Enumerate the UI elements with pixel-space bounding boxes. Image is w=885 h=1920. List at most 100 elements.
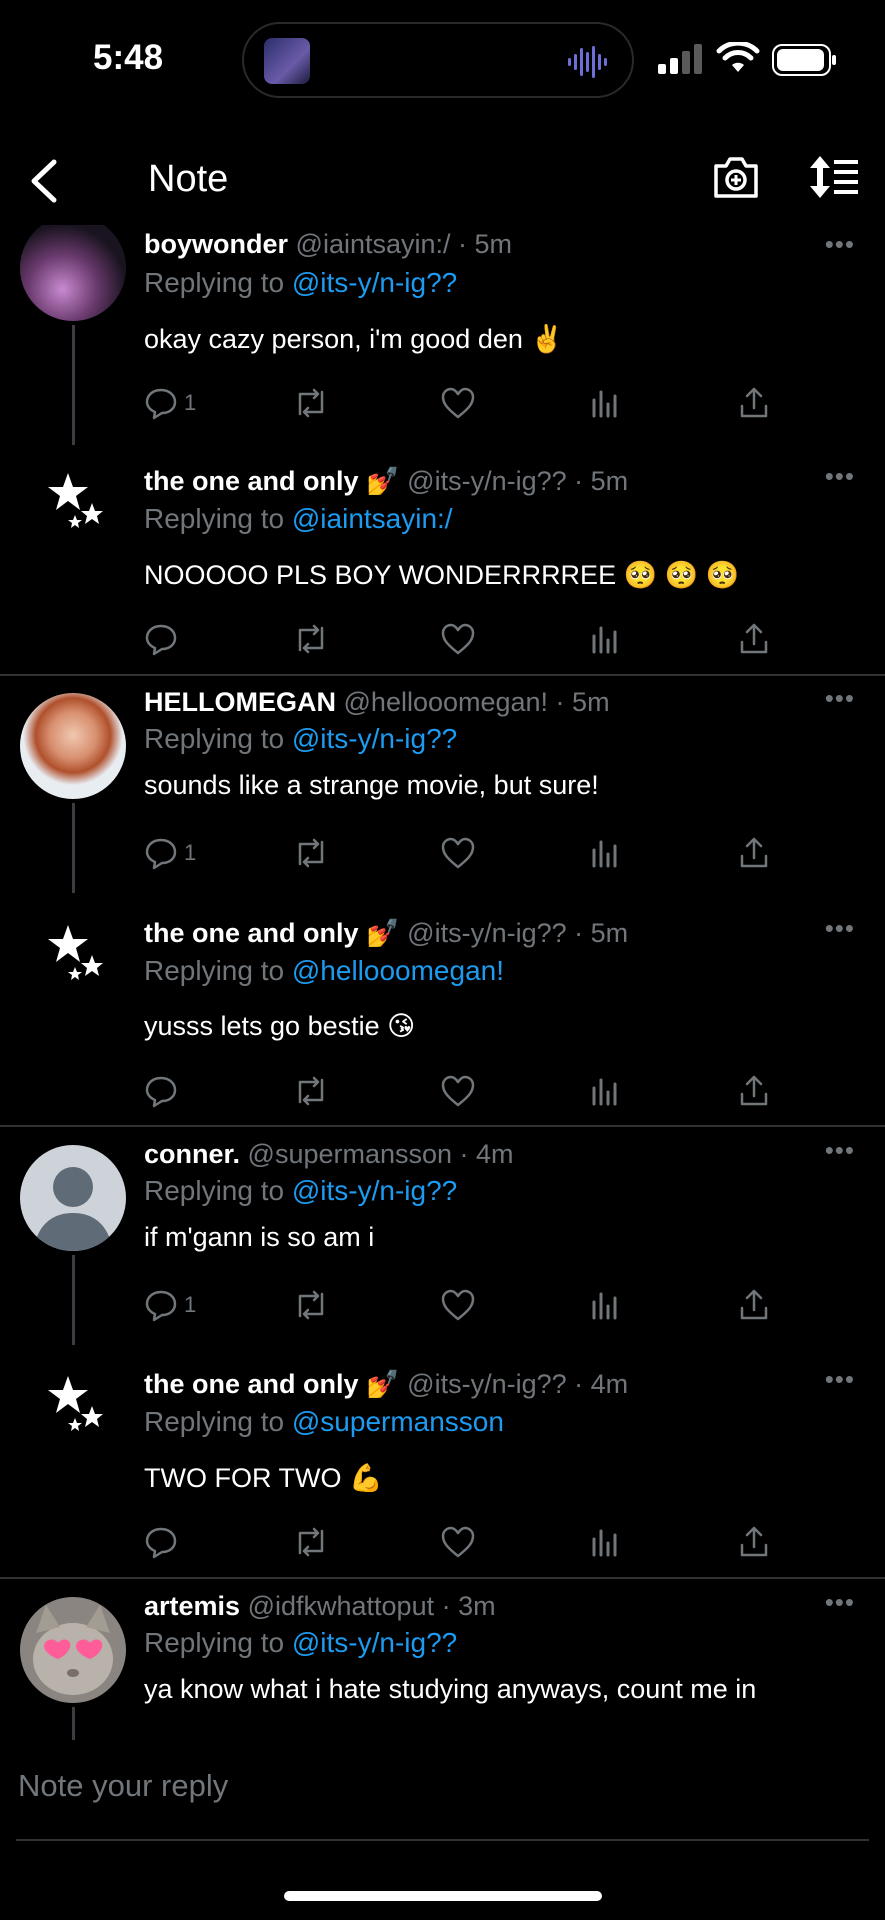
reply-button[interactable]	[144, 1522, 184, 1562]
camera-add-icon[interactable]	[712, 154, 760, 200]
heart-icon	[441, 1526, 475, 1558]
avatar[interactable]	[20, 225, 126, 321]
analytics-icon	[592, 1078, 617, 1106]
more-options-icon[interactable]: •••	[825, 1135, 855, 1166]
retweet-button[interactable]	[292, 619, 330, 659]
status-time: 5:48	[93, 38, 164, 77]
sort-lines-icon[interactable]	[808, 154, 860, 200]
default-avatar[interactable]	[20, 1145, 126, 1251]
replying-to: Replying to @its-y/n-ig??	[144, 1175, 458, 1206]
reply-icon	[145, 1527, 177, 1559]
share-button[interactable]	[738, 1285, 770, 1325]
more-options-icon[interactable]: •••	[825, 683, 855, 714]
tweet-text: if m'gann is so am i	[144, 1222, 375, 1252]
author-name[interactable]: HELLOMEGAN	[144, 687, 336, 717]
stars-avatar[interactable]	[20, 451, 126, 557]
replying-to: Replying to @supermansson	[144, 1406, 504, 1437]
replies-feed[interactable]: boywonder @iaintsayin:/ · 5m ••• Replyin…	[0, 225, 885, 1740]
author-name[interactable]: the one and only	[144, 466, 359, 496]
author-name[interactable]: boywonder	[144, 229, 288, 259]
share-icon	[740, 1289, 768, 1320]
mention-link[interactable]: @its-y/n-ig??	[292, 723, 457, 754]
thread-divider	[0, 1125, 885, 1127]
like-button[interactable]	[440, 833, 476, 873]
thread-line	[72, 803, 75, 893]
reply-input[interactable]	[16, 1760, 870, 1812]
retweet-button[interactable]	[292, 1285, 330, 1325]
reply-button[interactable]	[144, 1071, 184, 1111]
chevron-left-icon[interactable]	[26, 158, 62, 204]
wifi-icon	[716, 42, 760, 72]
stars-avatar[interactable]	[20, 1354, 126, 1460]
author-name[interactable]: the one and only	[144, 918, 359, 948]
author-name[interactable]: the one and only	[144, 1369, 359, 1399]
status-bar: 5:48	[0, 0, 885, 120]
share-button[interactable]	[738, 619, 770, 659]
retweet-icon	[298, 1527, 324, 1557]
tweet-text: sounds like a strange movie, but sure!	[144, 770, 599, 800]
reply-composer	[0, 1742, 885, 1842]
replying-to: Replying to @its-y/n-ig??	[144, 723, 458, 754]
reply-count: 1	[184, 840, 197, 865]
reply-icon	[145, 388, 177, 420]
author-name[interactable]: conner.	[144, 1139, 240, 1169]
mention-link[interactable]: @supermansson	[292, 1406, 504, 1437]
reply-button[interactable]	[144, 619, 184, 659]
avatar[interactable]	[20, 1597, 126, 1703]
tweet-text: TWO FOR TWO 💪	[144, 1463, 383, 1493]
mention-link[interactable]: @its-y/n-ig??	[292, 267, 457, 298]
thread-line	[72, 1255, 75, 1345]
action-bar: 1	[144, 383, 784, 423]
author-handle-time: @its-y/n-ig?? · 4m	[407, 1369, 629, 1399]
like-button[interactable]	[440, 1522, 476, 1562]
author-name[interactable]: artemis	[144, 1591, 240, 1621]
mention-link[interactable]: @its-y/n-ig??	[292, 1627, 457, 1658]
views-button[interactable]	[590, 1522, 620, 1562]
views-button[interactable]	[590, 619, 620, 659]
retweet-icon	[298, 1076, 324, 1106]
share-button[interactable]	[738, 1071, 770, 1111]
share-icon	[740, 1526, 768, 1557]
tweet-text: ya know what i hate studying anyways, co…	[144, 1674, 757, 1704]
retweet-button[interactable]	[292, 383, 330, 423]
like-button[interactable]	[440, 1071, 476, 1111]
author-handle-time: @idfkwhattoput · 3m	[247, 1591, 496, 1621]
action-bar	[144, 1071, 784, 1111]
retweet-button[interactable]	[292, 1071, 330, 1111]
stars-avatar[interactable]	[20, 903, 126, 1009]
more-options-icon[interactable]: •••	[825, 229, 855, 260]
home-indicator[interactable]	[284, 1891, 602, 1901]
views-button[interactable]	[590, 1285, 620, 1325]
more-options-icon[interactable]: •••	[825, 1587, 855, 1618]
dynamic-island[interactable]	[242, 22, 634, 98]
more-options-icon[interactable]: •••	[825, 461, 855, 492]
share-button[interactable]	[738, 1522, 770, 1562]
mention-link[interactable]: @hellooomegan!	[292, 955, 504, 986]
more-options-icon[interactable]: •••	[825, 913, 855, 944]
heart-icon	[441, 837, 475, 869]
mention-link[interactable]: @iaintsayin:/	[292, 503, 453, 534]
heart-icon	[441, 1075, 475, 1107]
share-button[interactable]	[738, 833, 770, 873]
views-button[interactable]	[590, 383, 620, 423]
share-button[interactable]	[738, 383, 770, 423]
mention-link[interactable]: @its-y/n-ig??	[292, 1175, 457, 1206]
reply-button[interactable]: 1	[144, 383, 196, 423]
more-options-icon[interactable]: •••	[825, 1364, 855, 1395]
like-button[interactable]	[440, 383, 476, 423]
battery-icon	[772, 44, 836, 76]
retweet-button[interactable]	[292, 1522, 330, 1562]
like-button[interactable]	[440, 619, 476, 659]
views-button[interactable]	[590, 833, 620, 873]
avatar[interactable]	[20, 693, 126, 799]
audio-waveform-icon	[568, 46, 607, 78]
reply-button[interactable]: 1	[144, 833, 196, 873]
share-icon	[740, 837, 768, 868]
author-handle-time: @its-y/n-ig?? · 5m	[407, 466, 629, 496]
views-button[interactable]	[590, 1071, 620, 1111]
like-button[interactable]	[440, 1285, 476, 1325]
replying-to: Replying to @its-y/n-ig??	[144, 267, 458, 298]
reply-button[interactable]: 1	[144, 1285, 196, 1325]
retweet-button[interactable]	[292, 833, 330, 873]
analytics-icon	[592, 1529, 617, 1557]
